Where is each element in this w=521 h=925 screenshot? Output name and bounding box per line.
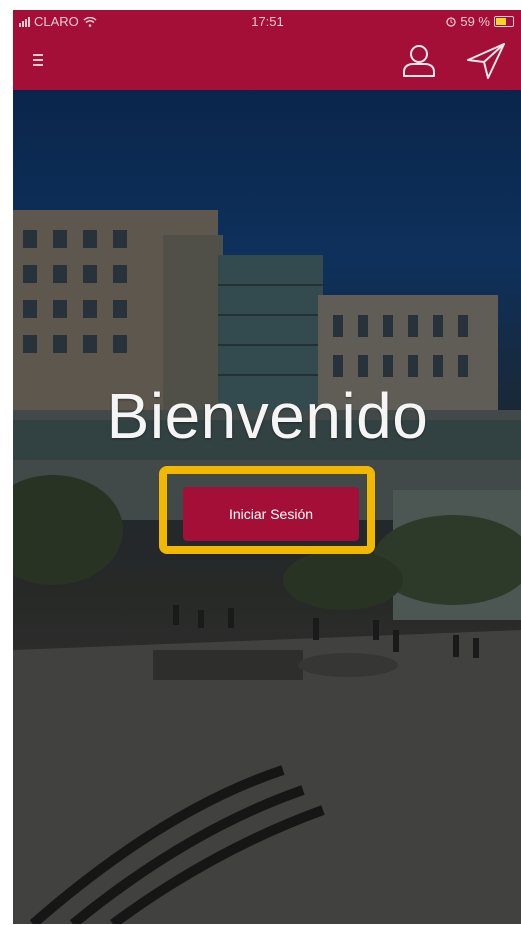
battery-label: 59 % (460, 14, 490, 29)
user-profile-icon[interactable] (399, 40, 439, 80)
hamburger-menu-icon[interactable] (33, 50, 53, 70)
phone-screen: CLARO 17:51 59 % Bienvenido Iniciar Sesi… (13, 10, 521, 924)
status-time: 17:51 (251, 14, 284, 29)
status-right: 59 % (446, 14, 514, 29)
battery-icon (494, 16, 514, 27)
paper-plane-icon[interactable] (464, 40, 508, 80)
alarm-icon (446, 16, 457, 27)
welcome-title: Bienvenido (106, 380, 429, 452)
login-button[interactable]: Iniciar Sesión (183, 487, 359, 541)
status-bar: CLARO 17:51 59 % (13, 10, 521, 32)
app-bar (13, 32, 521, 90)
hero-background: Bienvenido Iniciar Sesión (13, 90, 521, 924)
